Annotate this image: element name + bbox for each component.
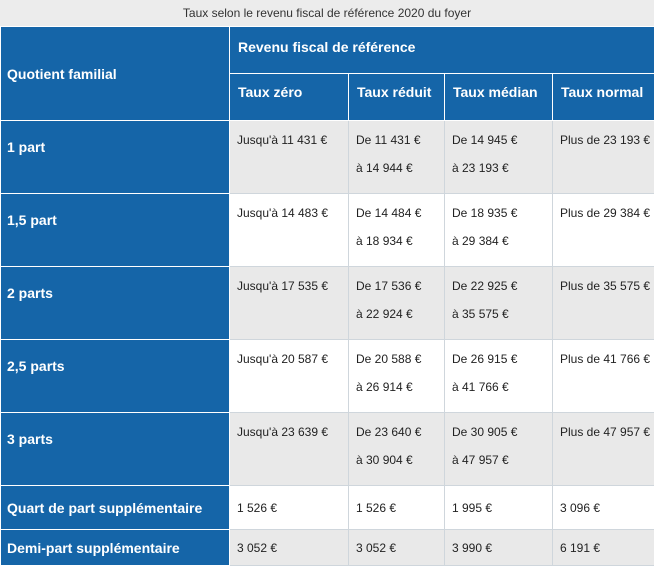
cell-median-to: à 35 575 €	[452, 307, 509, 321]
cell-reduit-to: à 14 944 €	[356, 161, 413, 175]
cell-taux-median: 1 995 €	[444, 485, 553, 530]
cell-median-to: à 47 957 €	[452, 453, 509, 467]
cell-taux-normal: 6 191 €	[551, 529, 654, 566]
cell-median-from: De 26 915 €	[452, 352, 518, 366]
table-row: 3 parts Jusqu'à 23 639 € De 23 640 € à 3…	[0, 412, 654, 486]
row-label: 1,5 part	[0, 193, 230, 267]
cell-taux-zero: Jusqu'à 14 483 €	[229, 193, 349, 267]
cell-reduit-from: De 14 484 €	[356, 206, 422, 220]
cell-reduit-from: De 17 536 €	[356, 279, 422, 293]
income-rate-table: Quotient familial Revenu fiscal de référ…	[0, 26, 654, 566]
cell-reduit-from: De 23 640 €	[356, 425, 422, 439]
header-taux-reduit: Taux réduit	[348, 73, 445, 121]
header-taux-zero: Taux zéro	[229, 73, 349, 121]
header-revenu-fiscal: Revenu fiscal de référence	[228, 26, 654, 74]
cell-taux-normal: Plus de 41 766 €	[551, 339, 654, 413]
cell-reduit-from: De 11 431 €	[356, 133, 421, 147]
cell-taux-reduit: De 14 484 € à 18 934 €	[348, 193, 445, 267]
cell-taux-normal: Plus de 23 193 €	[551, 120, 654, 194]
cell-median-from: De 22 925 €	[452, 279, 518, 293]
cell-reduit-to: à 18 934 €	[356, 234, 413, 248]
cell-reduit-to: à 22 924 €	[356, 307, 413, 321]
header-taux-normal: Taux normal	[551, 73, 654, 121]
row-label: 3 parts	[0, 412, 230, 486]
cell-taux-reduit: De 17 536 € à 22 924 €	[348, 266, 445, 340]
cell-taux-median: De 26 915 € à 41 766 €	[444, 339, 553, 413]
cell-reduit-from: De 20 588 €	[356, 352, 422, 366]
cell-median-to: à 23 193 €	[452, 161, 509, 175]
cell-taux-zero: Jusqu'à 20 587 €	[229, 339, 349, 413]
row-label: Quart de part supplémentaire	[0, 485, 230, 530]
cell-reduit-to: à 26 914 €	[356, 380, 413, 394]
cell-median-from: De 18 935 €	[452, 206, 518, 220]
row-label: 2 parts	[0, 266, 230, 340]
cell-taux-median: De 30 905 € à 47 957 €	[444, 412, 553, 486]
cell-taux-median: De 22 925 € à 35 575 €	[444, 266, 553, 340]
table-row: 1 part Jusqu'à 11 431 € De 11 431 € à 14…	[0, 120, 654, 194]
table-caption: Taux selon le revenu fiscal de référence…	[0, 0, 654, 26]
cell-taux-median: 3 990 €	[444, 529, 553, 566]
cell-taux-reduit: 3 052 €	[348, 529, 445, 566]
cell-taux-median: De 14 945 € à 23 193 €	[444, 120, 553, 194]
row-label: Demi-part supplémentaire	[0, 529, 230, 566]
table-row: Demi-part supplémentaire 3 052 € 3 052 €…	[0, 529, 654, 566]
cell-taux-zero: Jusqu'à 17 535 €	[229, 266, 349, 340]
header-taux-median: Taux médian	[444, 73, 553, 121]
row-label: 1 part	[0, 120, 230, 194]
cell-taux-median: De 18 935 € à 29 384 €	[444, 193, 553, 267]
cell-median-to: à 29 384 €	[452, 234, 509, 248]
cell-taux-reduit: De 20 588 € à 26 914 €	[348, 339, 445, 413]
cell-taux-zero: Jusqu'à 23 639 €	[229, 412, 349, 486]
cell-taux-zero: 1 526 €	[229, 485, 349, 530]
cell-median-from: De 30 905 €	[452, 425, 518, 439]
cell-taux-reduit: De 11 431 € à 14 944 €	[348, 120, 445, 194]
cell-taux-normal: Plus de 47 957 €	[551, 412, 654, 486]
cell-taux-zero: 3 052 €	[229, 529, 349, 566]
table-row: 2,5 parts Jusqu'à 20 587 € De 20 588 € à…	[0, 339, 654, 413]
table-row: Quart de part supplémentaire 1 526 € 1 5…	[0, 485, 654, 530]
cell-reduit-to: à 30 904 €	[356, 453, 413, 467]
cell-taux-reduit: De 23 640 € à 30 904 €	[348, 412, 445, 486]
cell-median-from: De 14 945 €	[452, 133, 518, 147]
cell-taux-normal: Plus de 35 575 €	[551, 266, 654, 340]
cell-median-to: à 41 766 €	[452, 380, 509, 394]
header-quotient-familial: Quotient familial	[0, 26, 230, 121]
table-row: 1,5 part Jusqu'à 14 483 € De 14 484 € à …	[0, 193, 654, 267]
cell-taux-normal: 3 096 €	[551, 485, 654, 530]
cell-taux-zero: Jusqu'à 11 431 €	[229, 120, 349, 194]
cell-taux-normal: Plus de 29 384 €	[551, 193, 654, 267]
cell-taux-reduit: 1 526 €	[348, 485, 445, 530]
row-label: 2,5 parts	[0, 339, 230, 413]
table-row: 2 parts Jusqu'à 17 535 € De 17 536 € à 2…	[0, 266, 654, 340]
